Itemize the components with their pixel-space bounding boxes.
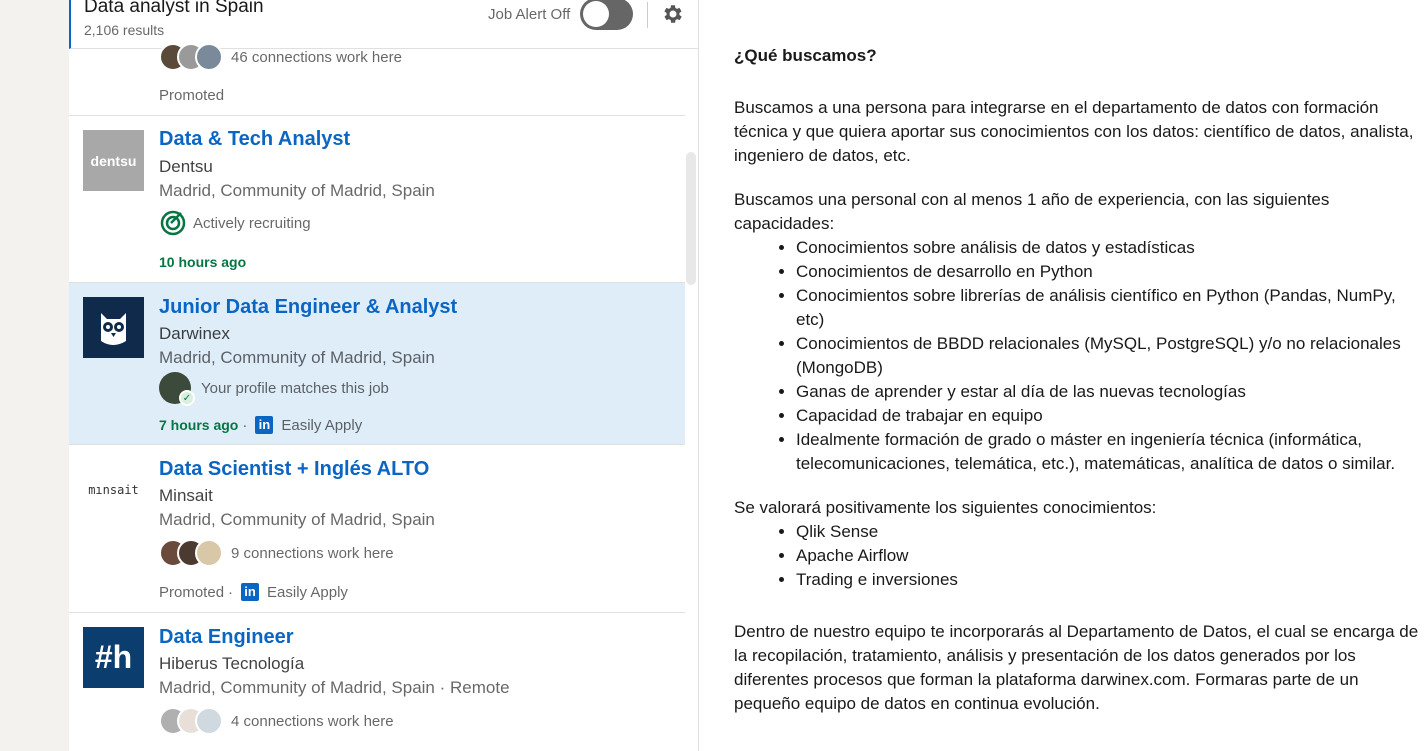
job-location: Madrid, Community of Madrid, Spain bbox=[159, 510, 435, 529]
company-name: Dentsu bbox=[159, 157, 213, 176]
linkedin-icon: in bbox=[241, 583, 260, 601]
promoted-label: Promoted bbox=[159, 583, 225, 601]
list-item: Trading e inversiones bbox=[796, 568, 1424, 592]
connection-avatars bbox=[159, 43, 223, 71]
job-list-scrollbar[interactable] bbox=[686, 152, 696, 285]
list-item: Capacidad de trabajar en equipo bbox=[796, 404, 1424, 428]
company-name: Darwinex bbox=[159, 324, 230, 343]
easy-apply-label: Easily Apply bbox=[267, 583, 348, 601]
job-footer: Promoted bbox=[159, 87, 224, 104]
bonus-skills-list: Qlik Sense Apache Airflow Trading e inve… bbox=[796, 520, 1424, 592]
company-name: Minsait bbox=[159, 486, 213, 505]
avatar bbox=[195, 43, 223, 71]
job-location: Madrid, Community of Madrid, Spain bbox=[159, 348, 435, 367]
posted-time: 10 hours ago bbox=[159, 254, 247, 270]
list-item: Apache Airflow bbox=[796, 544, 1424, 568]
job-description-panel: ¿Qué buscamos? Buscamos a una persona pa… bbox=[698, 0, 1428, 751]
description-paragraph: Buscamos a una persona para integrarse e… bbox=[734, 98, 1414, 165]
job-insight: ✓ Your profile matches this job bbox=[159, 372, 389, 406]
job-insight: 4 connections work here bbox=[159, 705, 394, 737]
job-title-link[interactable]: Junior Data Engineer & Analyst bbox=[159, 296, 457, 319]
list-item: Conocimientos de desarrollo en Python bbox=[796, 260, 1424, 284]
search-title: Data analyst in Spain bbox=[84, 0, 264, 17]
logo-text: mınsait bbox=[88, 482, 139, 497]
job-insight: Actively recruiting bbox=[159, 207, 311, 239]
job-card[interactable]: mınsait Data Scientist + Inglés ALTO Min… bbox=[69, 445, 685, 613]
actively-recruiting-icon bbox=[160, 210, 186, 236]
job-footer: 10 hours ago bbox=[159, 254, 246, 270]
owl-icon bbox=[101, 313, 126, 345]
job-card-partial[interactable]: 46 connections work here Promoted bbox=[69, 43, 685, 116]
job-list-panel: Data analyst in Spain 2,106 results Job … bbox=[69, 0, 698, 751]
job-location: Madrid, Community of Madrid, Spain bbox=[159, 181, 435, 200]
job-description: ¿Qué buscamos? Buscamos a una persona pa… bbox=[734, 44, 1424, 736]
insight-text: 4 connections work here bbox=[231, 712, 394, 730]
company-logo: #h bbox=[83, 627, 144, 688]
toggle-knob bbox=[583, 1, 609, 27]
job-alert-label: Job Alert Off bbox=[488, 6, 571, 23]
job-card[interactable]: #h Data Engineer Hiberus Tecnología Madr… bbox=[69, 613, 685, 751]
description-paragraph: Dentro de nuestro equipo te incorporarás… bbox=[734, 622, 1419, 713]
job-title-link[interactable]: Data & Tech Analyst bbox=[159, 128, 350, 151]
description-paragraph: Se valorará positivamente los siguientes… bbox=[734, 498, 1157, 517]
job-insight: 46 connections work here bbox=[159, 41, 402, 73]
job-footer: Promoted · in Easily Apply bbox=[159, 583, 348, 601]
company-logo: dentsu bbox=[83, 130, 144, 191]
company-name: Hiberus Tecnología bbox=[159, 654, 305, 673]
requirements-list: Conocimientos sobre análisis de datos y … bbox=[796, 236, 1424, 476]
list-item: Idealmente formación de grado o máster e… bbox=[796, 428, 1424, 476]
insight-text: 46 connections work here bbox=[231, 48, 402, 66]
job-alert-toggle[interactable] bbox=[580, 0, 633, 30]
job-footer: 7 hours ago · in Easily Apply bbox=[159, 416, 362, 434]
job-card-selected[interactable]: Junior Data Engineer & Analyst Darwinex … bbox=[69, 283, 685, 445]
job-card[interactable]: dentsu Data & Tech Analyst Dentsu Madrid… bbox=[69, 116, 685, 283]
list-item: Conocimientos de BBDD relacionales (MySQ… bbox=[796, 332, 1424, 380]
results-count: 2,106 results bbox=[84, 22, 165, 38]
company-logo: mınsait bbox=[83, 459, 144, 520]
left-gutter bbox=[0, 0, 69, 751]
job-title-link[interactable]: Data Engineer bbox=[159, 626, 293, 649]
profile-match-avatar: ✓ bbox=[159, 372, 195, 406]
avatar bbox=[195, 539, 223, 567]
insight-text: Your profile matches this job bbox=[201, 379, 389, 397]
promoted-label: Promoted bbox=[159, 87, 225, 104]
connection-avatars bbox=[159, 539, 223, 567]
easy-apply-label: Easily Apply bbox=[281, 416, 363, 434]
gear-icon[interactable] bbox=[661, 2, 685, 26]
job-insight: 9 connections work here bbox=[159, 537, 394, 569]
list-item: Conocimientos sobre análisis de datos y … bbox=[796, 236, 1424, 260]
header-divider bbox=[647, 2, 648, 28]
linkedin-icon: in bbox=[255, 416, 274, 434]
list-item: Conocimientos sobre librerías de análisi… bbox=[796, 284, 1424, 332]
logo-text: dentsu bbox=[90, 152, 137, 169]
connection-avatars bbox=[159, 707, 223, 735]
insight-text: 9 connections work here bbox=[231, 544, 394, 562]
list-item: Ganas de aprender y estar al día de las … bbox=[796, 380, 1424, 404]
logo-text: #h bbox=[94, 639, 133, 675]
job-title-link[interactable]: Data Scientist + Inglés ALTO bbox=[159, 458, 429, 481]
job-location: Madrid, Community of Madrid, Spain · Rem… bbox=[159, 678, 510, 697]
check-icon: ✓ bbox=[179, 390, 195, 406]
description-paragraph: Buscamos una personal con al menos 1 año… bbox=[734, 190, 1330, 233]
posted-time: 7 hours ago bbox=[159, 417, 239, 433]
list-item: Qlik Sense bbox=[796, 520, 1424, 544]
company-logo bbox=[83, 297, 144, 358]
insight-text: Actively recruiting bbox=[193, 214, 311, 232]
separator: · bbox=[242, 416, 248, 434]
separator: · bbox=[228, 583, 234, 601]
section-heading: ¿Qué buscamos? bbox=[734, 46, 877, 65]
avatar bbox=[195, 707, 223, 735]
